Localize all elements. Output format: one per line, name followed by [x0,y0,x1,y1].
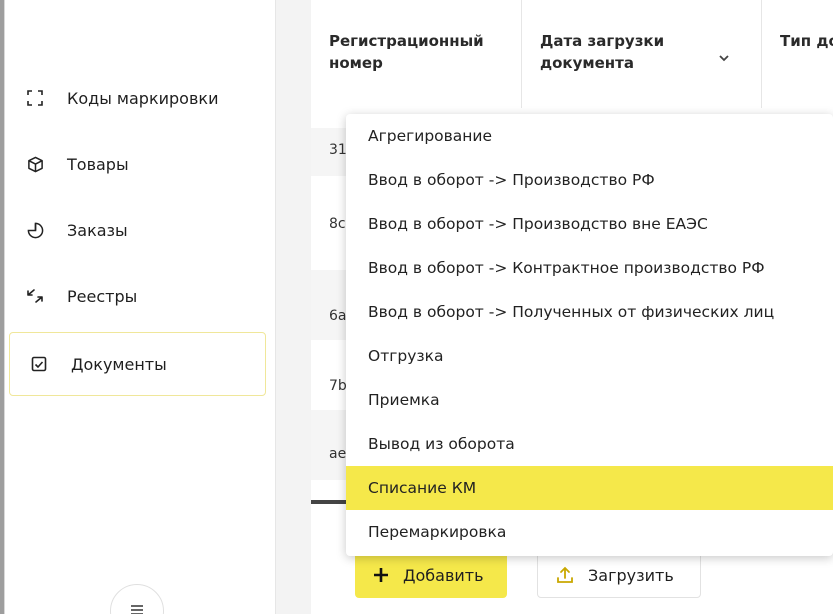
column-header-label: Тип до [780,32,833,50]
menu-item-highlighted[interactable]: Списание КМ [346,466,833,510]
sidebar: Коды маркировки Товары Заказы Реестры До… [5,0,275,614]
menu-item[interactable]: Отгрузка [346,334,833,378]
menu-item[interactable]: Ввод в оборот -> Производство вне ЕАЭС [346,202,833,246]
sidebar-item-label: Документы [71,354,167,374]
menu-item[interactable]: Ввод в оборот -> Контрактное производств… [346,246,833,290]
box-icon [25,154,45,174]
column-header-reg-number[interactable]: Регистрационный номер [311,0,521,108]
upload-icon [556,566,574,584]
menu-item[interactable]: Ввод в оборот -> Производство РФ [346,158,833,202]
sidebar-collapse-button[interactable] [110,584,164,614]
scan-code-icon [25,88,45,108]
upload-button[interactable]: Загрузить [537,552,701,598]
upload-button-label: Загрузить [588,565,674,585]
pie-chart-icon [25,220,45,240]
menu-item[interactable]: Ввод в оборот -> Полученных от физически… [346,290,833,334]
column-header-label: Дата загрузки документа [540,32,665,72]
add-button[interactable]: Добавить [355,552,507,598]
sidebar-item-orders[interactable]: Заказы [5,198,261,262]
menu-item[interactable]: Агрегирование [346,114,833,158]
document-type-dropdown: Агрегирование Ввод в оборот -> Производс… [346,114,833,556]
sidebar-item-marking-codes[interactable]: Коды маркировки [5,66,261,130]
column-header-label: Регистрационный номер [329,32,484,72]
arrows-exchange-icon [25,286,45,306]
chevron-down-icon[interactable] [718,46,730,68]
sidebar-item-documents[interactable]: Документы [9,332,266,396]
checkbox-document-icon [29,354,49,374]
sidebar-item-registries[interactable]: Реестры [5,264,261,328]
add-button-label: Добавить [403,565,484,585]
plus-icon [373,567,389,583]
menu-icon [130,601,144,614]
menu-item[interactable]: Перемаркировка [346,510,833,554]
sidebar-item-label: Товары [67,154,129,174]
menu-item[interactable]: Приемка [346,378,833,422]
column-header-doc-type[interactable]: Тип до [762,0,833,108]
content-gutter [276,0,311,614]
sidebar-item-label: Реестры [67,286,138,306]
column-header-upload-date[interactable]: Дата загрузки документа [522,0,762,108]
sidebar-item-label: Заказы [67,220,128,240]
sidebar-item-goods[interactable]: Товары [5,132,261,196]
sidebar-item-label: Коды маркировки [67,88,219,108]
menu-item[interactable]: Вывод из оборота [346,422,833,466]
